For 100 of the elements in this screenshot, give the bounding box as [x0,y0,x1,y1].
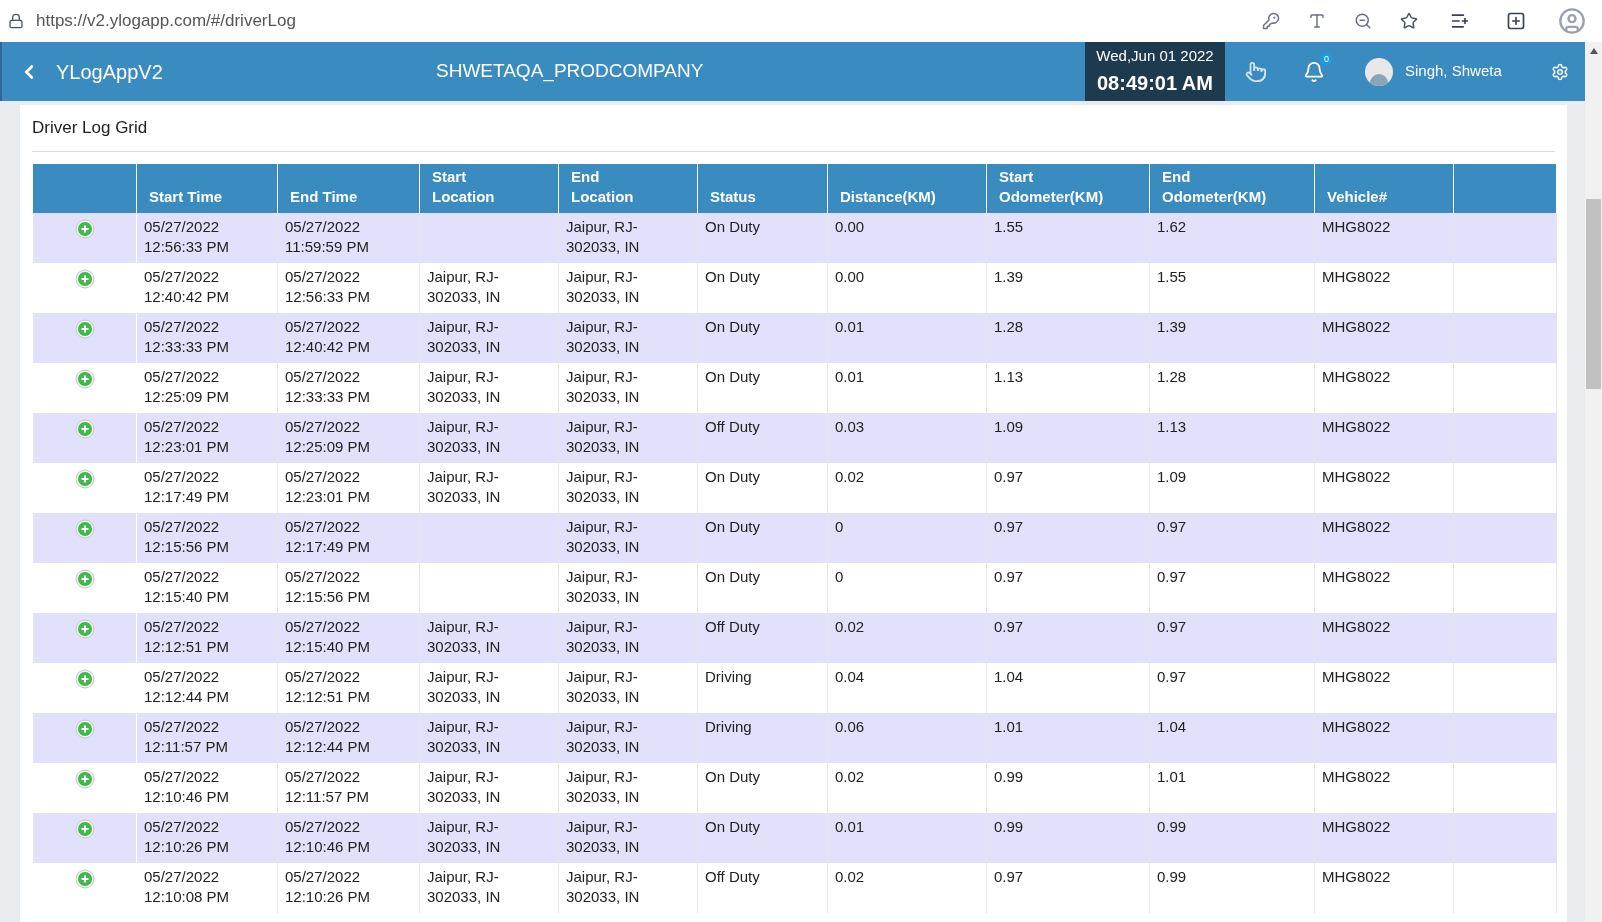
table-cell-text: 0.97 [1157,666,1188,687]
table-cell-text: Jaipur, RJ-302033, IN [427,266,502,307]
add-icon[interactable] [74,818,95,839]
table-cell-text: Jaipur, RJ-302033, IN [427,666,502,707]
star-icon[interactable] [1400,12,1418,30]
table-cell-text: Jaipur, RJ-302033, IN [427,366,502,407]
table-cell-text: MHG8022 [1322,766,1392,787]
column-header[interactable]: Vehicle# [1314,163,1454,213]
table-cell-text: Jaipur, RJ-302033, IN [566,516,641,557]
add-icon[interactable] [74,568,95,589]
table-cell-text: 05/27/2022 12:10:46 PM [285,816,372,857]
table-cell-text: 05/27/2022 12:10:46 PM [144,766,231,807]
table-cell-text: 0.00 [835,266,866,287]
avatar-icon[interactable] [1365,57,1393,86]
table-cell-text: 05/27/2022 12:23:01 PM [285,466,372,507]
table-cell-text: 1.13 [994,366,1025,387]
table-cell-text: Jaipur, RJ-302033, IN [566,766,641,807]
company-name: SHWETAQA_PRODCOMPANY [436,59,705,84]
add-icon[interactable] [74,268,95,289]
table-cell-text: 0.02 [835,866,866,887]
favorites-icon[interactable] [1450,11,1470,31]
bell-icon[interactable] [1303,60,1325,83]
table-cell-text: 05/27/2022 12:12:51 PM [144,616,231,657]
table-cell-text: 0.99 [1157,866,1188,887]
add-icon[interactable] [74,718,95,739]
settings-icon[interactable] [1551,62,1569,81]
table-cell-text: 05/27/2022 12:10:08 PM [144,866,231,907]
key-icon[interactable] [1262,12,1280,30]
hand-pointer-icon[interactable] [1245,60,1267,83]
column-header[interactable]: Start Time [136,163,278,213]
user-name[interactable]: Singh, Shweta [1405,60,1535,83]
add-icon[interactable] [74,618,95,639]
table-cell-text: Jaipur, RJ-302033, IN [427,466,502,507]
table-cell-text: MHG8022 [1322,716,1392,737]
table-cell-text: On Duty [705,266,762,287]
table-cell-text: Jaipur, RJ-302033, IN [566,216,641,257]
table-cell-text: 05/27/2022 12:10:26 PM [285,866,372,907]
column-header[interactable]: End Time [277,163,420,213]
table-cell-text: 0.99 [994,766,1025,787]
table-cell-text: 0.97 [1157,516,1188,537]
add-icon[interactable] [74,668,95,689]
table-cell-text: 0.02 [835,466,866,487]
add-icon[interactable] [74,418,95,439]
scroll-up-icon[interactable] [1589,48,1598,54]
table-cell-text: Jaipur, RJ-302033, IN [566,366,641,407]
column-header[interactable]: End Odometer(KM) [1149,163,1315,213]
table-cell-text: Jaipur, RJ-302033, IN [566,716,641,757]
scrollbar-thumb[interactable] [1586,199,1601,389]
table-cell-text: 1.04 [1157,716,1188,737]
table-cell-text: On Duty [705,316,762,337]
table-cell-text: 1.39 [994,266,1025,287]
table-cell-text: 0.97 [1157,616,1188,637]
table-cell-text: Jaipur, RJ-302033, IN [566,416,641,457]
scrollbar[interactable] [1585,42,1602,922]
add-icon[interactable] [74,218,95,239]
table-cell-text: 0.01 [835,366,866,387]
add-icon[interactable] [74,318,95,339]
table-cell-text: Off Duty [705,616,761,637]
add-icon[interactable] [74,468,95,489]
profile-icon[interactable] [1558,7,1586,35]
column-header[interactable]: Start Odometer(KM) [986,163,1150,213]
table-cell-text: Jaipur, RJ-302033, IN [566,666,641,707]
add-icon[interactable] [74,368,95,389]
table-cell-text: MHG8022 [1322,216,1392,237]
read-aloud-icon[interactable] [1308,12,1326,30]
column-header[interactable]: Distance(KM) [827,163,987,213]
table-cell-text: Jaipur, RJ-302033, IN [427,416,502,457]
table-cell-text: 05/27/2022 12:40:42 PM [285,316,372,357]
add-icon[interactable] [74,868,95,889]
column-header[interactable]: Status [697,163,828,213]
table-cell-text: 05/27/2022 12:12:51 PM [285,666,372,707]
table-cell-text: 1.04 [994,666,1025,687]
table-cell-text: MHG8022 [1322,366,1392,387]
time-text: 08:49:01 AM [1097,70,1213,96]
collections-icon[interactable] [1506,11,1526,31]
table-cell-text: Jaipur, RJ-302033, IN [427,766,502,807]
table-cell-text: 05/27/2022 12:15:40 PM [285,616,372,657]
table-cell-text: Jaipur, RJ-302033, IN [427,616,502,657]
table-cell-text: On Duty [705,566,762,587]
table-cell-text: MHG8022 [1322,566,1392,587]
table-cell-text: On Duty [705,766,762,787]
table-cell-text: 1.09 [994,416,1025,437]
table-cell-text: Driving [705,716,753,737]
table-cell-text: 0.06 [835,716,866,737]
column-header[interactable]: Start Location [419,163,559,213]
add-icon[interactable] [74,518,95,539]
table-cell-text: Jaipur, RJ-302033, IN [427,716,502,757]
zoom-out-icon[interactable] [1354,12,1372,30]
table-cell-text: MHG8022 [1322,266,1392,287]
table-cell-text: 1.55 [1157,266,1188,287]
table-cell-text: MHG8022 [1322,666,1392,687]
table-cell-text: On Duty [705,466,762,487]
column-header[interactable]: End Location [558,163,698,213]
table-cell-text: Jaipur, RJ-302033, IN [427,316,502,357]
table-cell-text: Jaipur, RJ-302033, IN [566,266,641,307]
table-cell-text: 05/27/2022 12:40:42 PM [144,266,231,307]
add-icon[interactable] [74,768,95,789]
table-cell-text: 0.97 [994,566,1025,587]
table-cell-text: Jaipur, RJ-302033, IN [566,466,641,507]
table-cell-text: 0.02 [835,616,866,637]
